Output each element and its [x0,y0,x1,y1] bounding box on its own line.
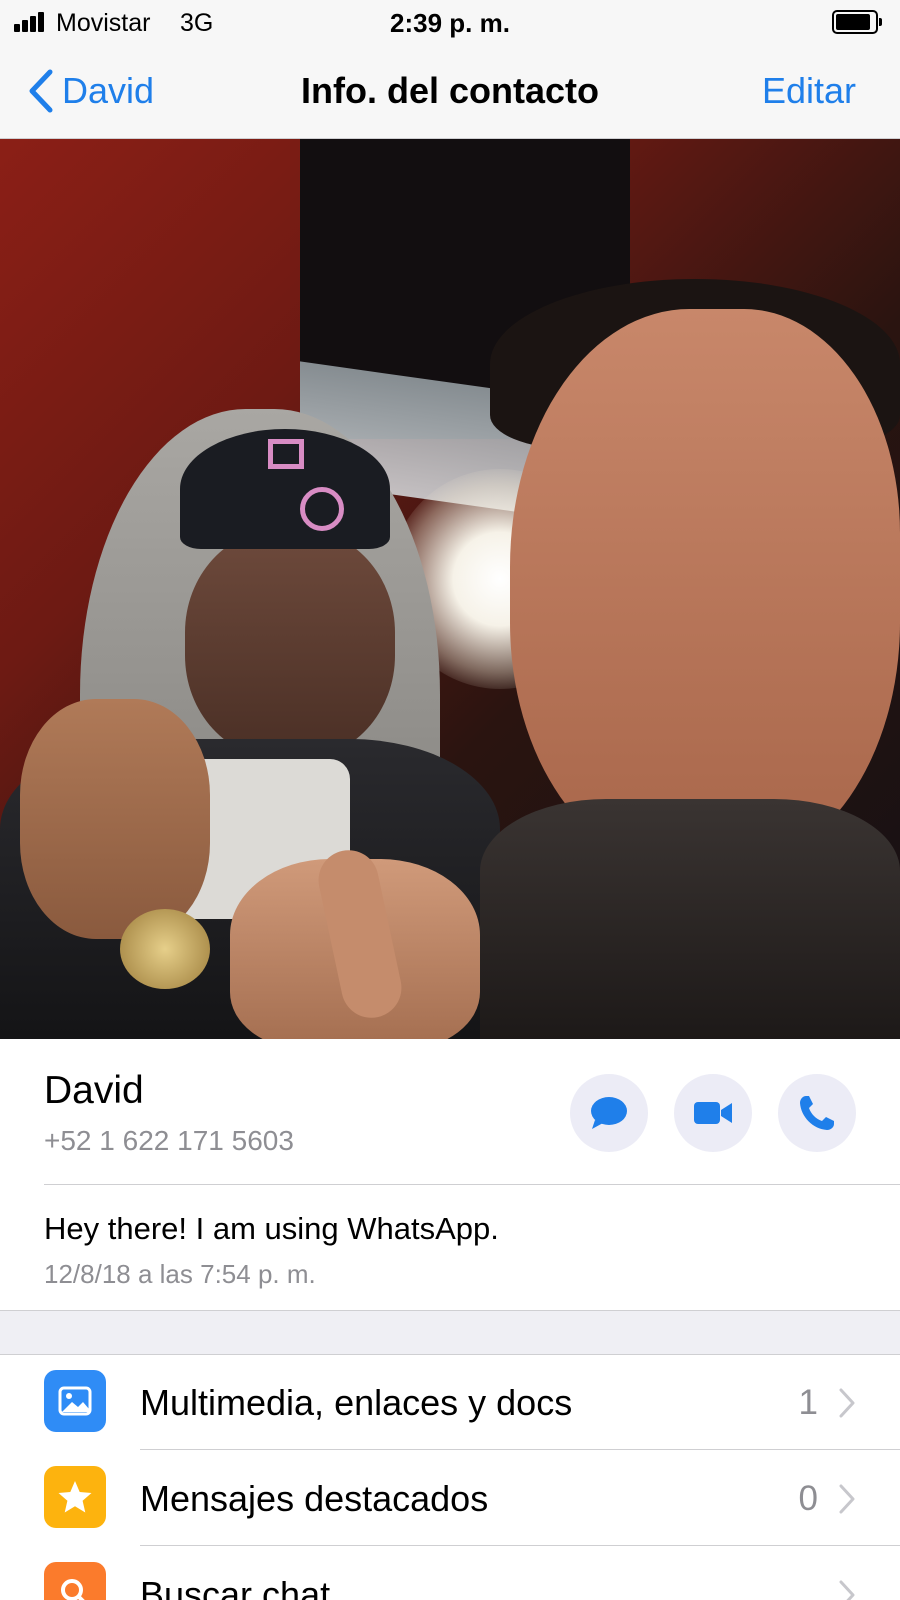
message-button[interactable] [570,1074,648,1152]
photo-icon [44,1370,106,1432]
about-section[interactable]: Hey there! I am using WhatsApp. 12/8/18 … [0,1185,900,1311]
chevron-left-icon [29,69,53,113]
divider [140,1545,900,1546]
menu-item-count: 1 [798,1383,818,1422]
menu-item-label: Multimedia, enlaces y docs [140,1382,573,1423]
chevron-right-icon [839,1388,855,1418]
phone-icon [800,1096,834,1130]
about-date: 12/8/18 a las 7:54 p. m. [44,1259,316,1289]
section-separator [0,1311,900,1355]
battery-icon [832,10,882,34]
about-text: Hey there! I am using WhatsApp. [44,1211,499,1246]
video-call-button[interactable] [674,1074,752,1152]
search-icon [44,1562,106,1600]
message-icon [591,1097,627,1129]
menu-item-label: Buscar chat [140,1574,331,1600]
menu-item-label: Mensajes destacados [140,1478,489,1519]
contact-options-list: Multimedia, enlaces y docs 1 Mensajes de… [0,1355,900,1600]
divider [140,1449,900,1450]
navigation-bar: David Info. del contacto Editar [0,44,900,139]
contact-phone: +52 1 622 171 5603 [44,1125,294,1156]
voice-call-button[interactable] [778,1074,856,1152]
back-button[interactable]: David [26,66,154,116]
menu-item-count: 0 [798,1479,818,1518]
menu-item-search[interactable]: Buscar chat [0,1547,900,1600]
chevron-right-icon [839,1484,855,1514]
profile-photo[interactable] [0,139,900,1039]
star-icon [44,1466,106,1528]
status-bar: Movistar 3G 2:39 p. m. [0,0,900,44]
video-camera-icon [694,1102,732,1124]
back-label: David [62,70,155,111]
menu-item-media[interactable]: Multimedia, enlaces y docs 1 [0,1355,900,1451]
edit-button[interactable]: Editar [762,70,856,112]
contact-name: David [44,1069,144,1112]
chevron-right-icon [839,1580,855,1600]
contact-header: David +52 1 622 171 5603 [0,1039,900,1185]
status-time: 2:39 p. m. [390,8,510,38]
menu-item-starred[interactable]: Mensajes destacados 0 [0,1451,900,1547]
